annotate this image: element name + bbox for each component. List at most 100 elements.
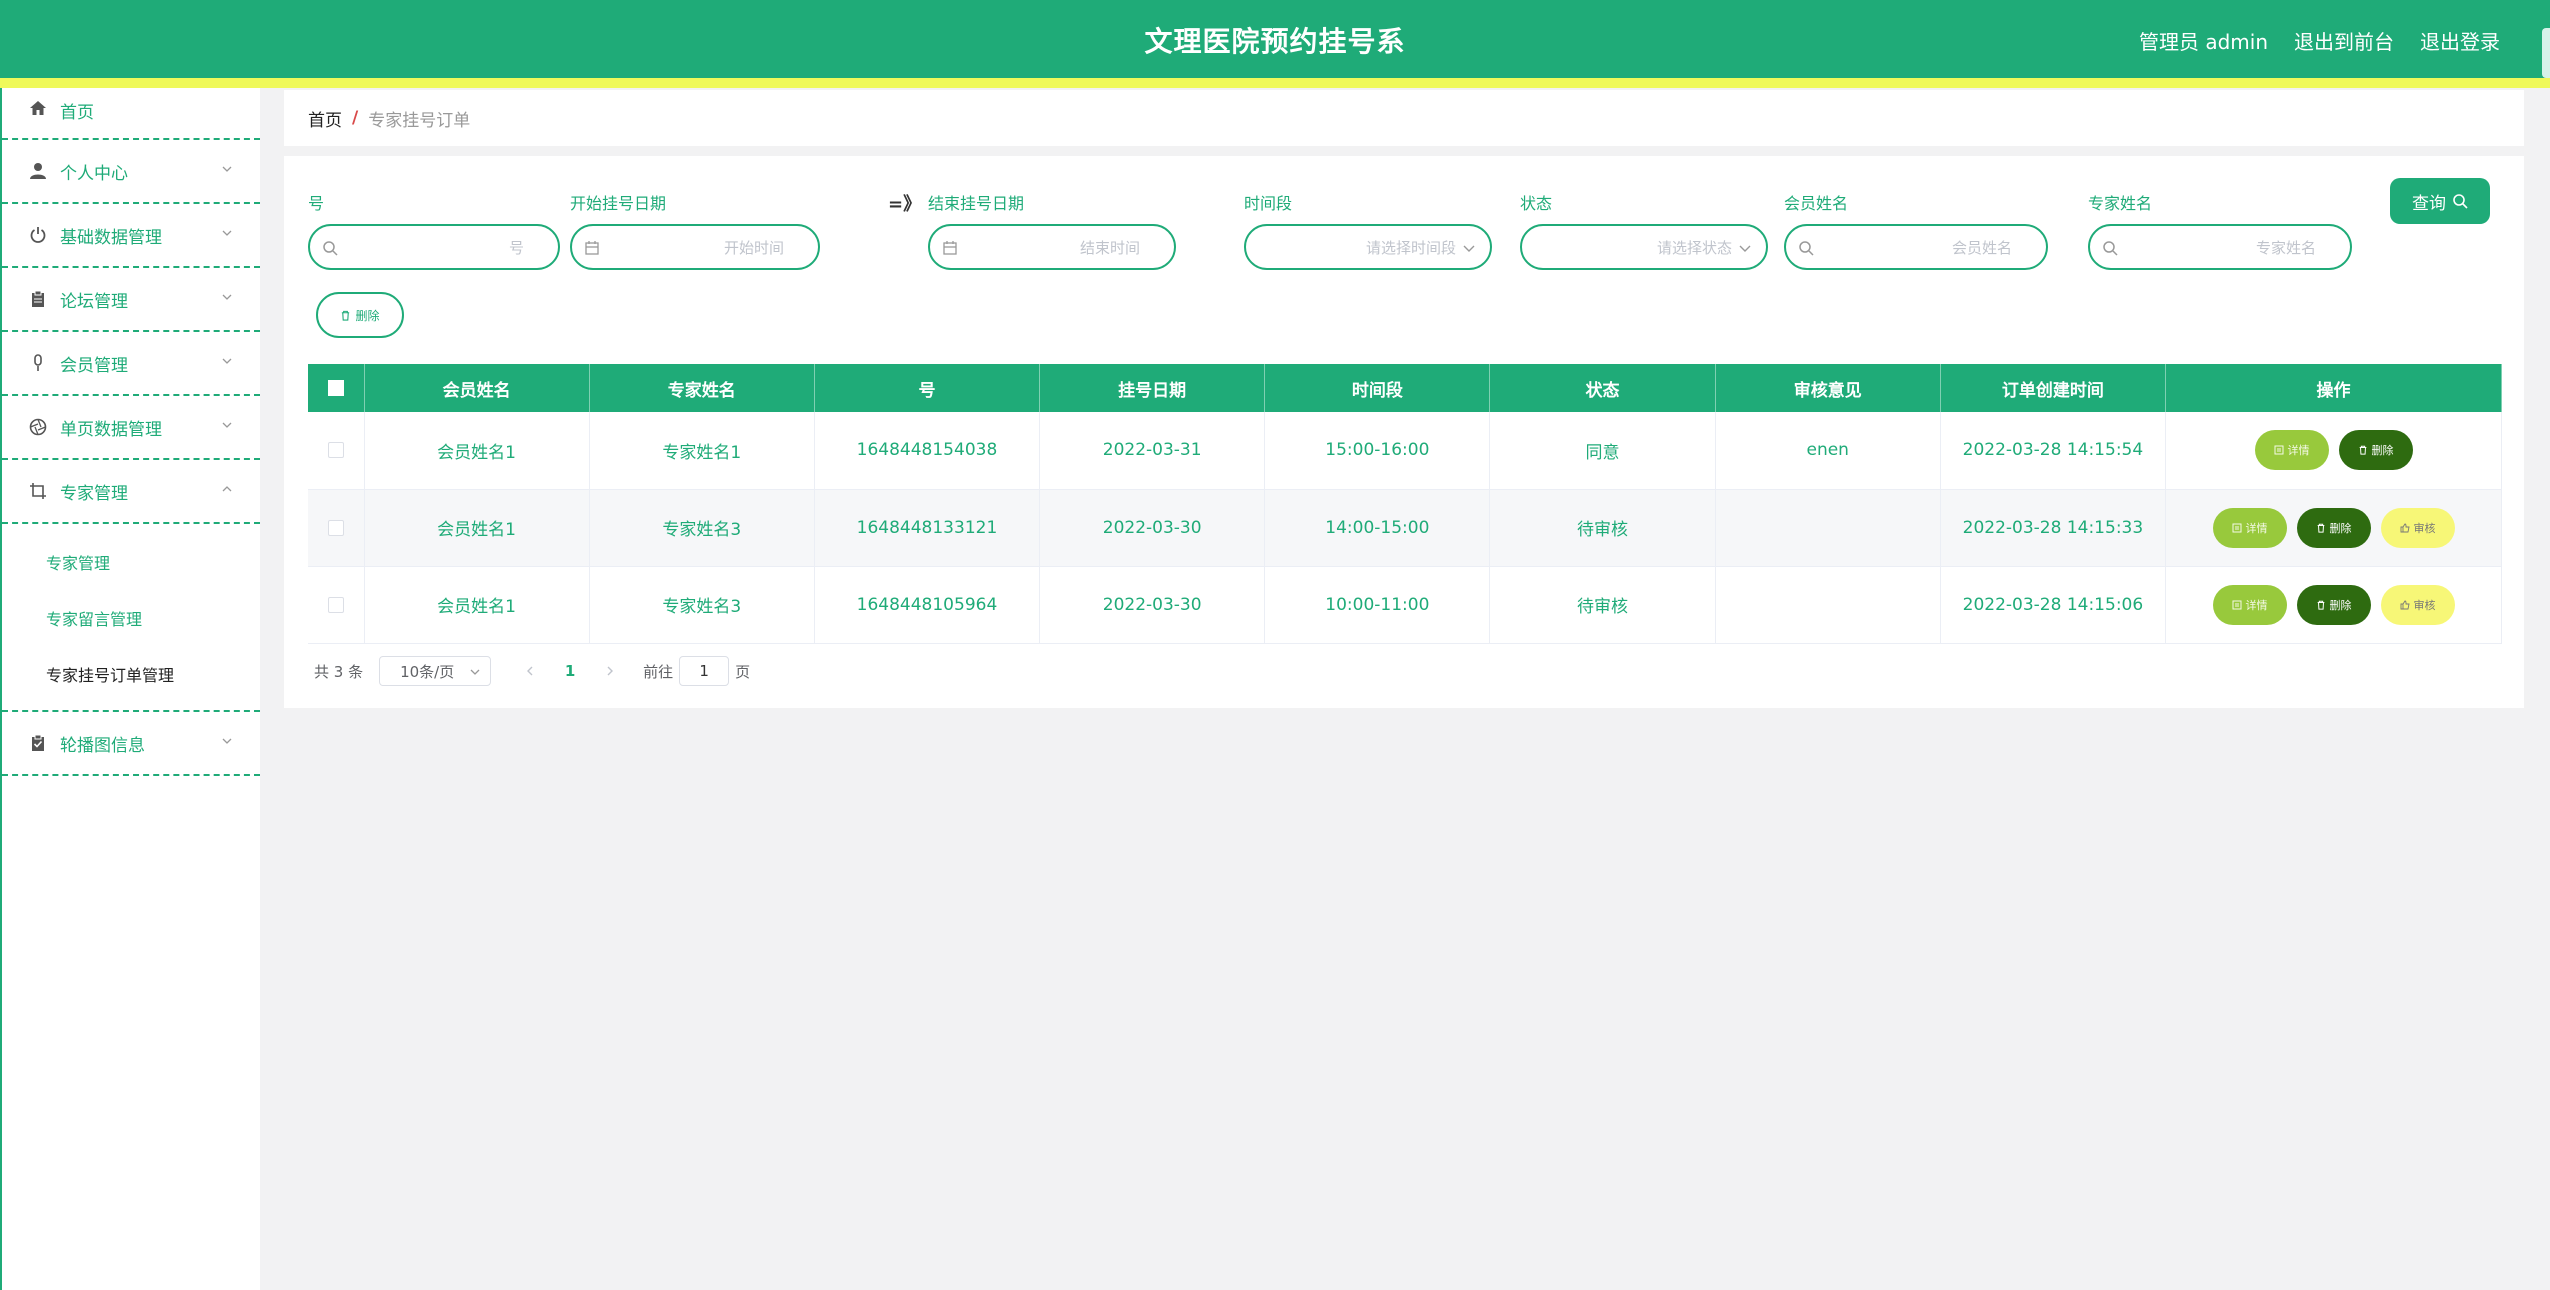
trash-icon xyxy=(2317,600,2324,610)
sidebar-item-label: 专家管理 xyxy=(60,483,128,504)
row-select-cell[interactable] xyxy=(308,566,365,644)
cell-time-slot: 14:00-15:00 xyxy=(1264,489,1491,567)
audit-button-label: 审核 xyxy=(2413,598,2436,612)
goto-page-input[interactable]: 1 xyxy=(679,656,730,686)
sidebar-item-members[interactable]: 会员管理 xyxy=(2,332,260,396)
detail-button[interactable]: 详情 xyxy=(2254,430,2329,471)
row-checkbox[interactable] xyxy=(327,596,344,613)
status-select[interactable]: 请选择状态 xyxy=(1520,224,1768,270)
end-date-label: 结束挂号日期 xyxy=(928,194,1025,213)
cell-actions: 详情 删除 审核 xyxy=(2165,489,2502,567)
member-name-input[interactable]: 会员姓名 xyxy=(1784,224,2048,270)
chevron-down-icon xyxy=(222,166,232,172)
header-accent-strip xyxy=(0,78,2550,88)
chevron-down-icon xyxy=(222,422,232,428)
start-date-picker[interactable]: 开始时间 xyxy=(570,224,820,270)
select-all-checkbox[interactable] xyxy=(327,380,344,396)
row-select-cell[interactable] xyxy=(308,489,365,567)
crop-icon xyxy=(28,481,48,501)
query-button[interactable]: 查询 xyxy=(2390,178,2490,224)
top-header: 文理医院预约挂号系 管理员 admin 退出到前台 退出登录 xyxy=(0,0,2550,78)
admin-user-label: 管理员 admin xyxy=(2138,30,2268,54)
back-to-frontend-link[interactable]: 退出到前台 xyxy=(2294,26,2394,55)
cell-member-name: 会员姓名1 xyxy=(364,489,590,567)
cell-time-slot: 15:00-16:00 xyxy=(1264,412,1491,490)
start-date-placeholder: 开始时间 xyxy=(723,238,784,257)
column-header: 状态 xyxy=(1489,364,1716,412)
batch-delete-button[interactable]: 删除 xyxy=(316,292,404,338)
sidebar-item-forum[interactable]: 论坛管理 xyxy=(2,268,260,332)
breadcrumb: 首页 / 专家挂号订单 xyxy=(284,90,2524,146)
goto-label: 前往 xyxy=(643,662,674,681)
expert-name-input[interactable]: 专家姓名 xyxy=(2088,224,2352,270)
cell-opinion: enen xyxy=(1715,412,1941,490)
cell-status: 待审核 xyxy=(1489,489,1716,567)
chevron-down-icon xyxy=(1739,245,1751,252)
row-checkbox[interactable] xyxy=(327,442,344,459)
row-select-cell[interactable] xyxy=(308,412,365,490)
table-row: 会员姓名1 专家姓名1 1648448154038 2022-03-31 15:… xyxy=(308,412,2502,490)
chevron-down-icon xyxy=(1463,245,1475,252)
delete-button[interactable]: 删除 xyxy=(2296,507,2371,548)
breadcrumb-current: 专家挂号订单 xyxy=(368,110,471,131)
page-number[interactable]: 1 xyxy=(555,662,585,680)
batch-delete-label: 删除 xyxy=(355,308,380,323)
delete-button-label: 删除 xyxy=(2371,444,2394,458)
start-date-label: 开始挂号日期 xyxy=(570,194,667,213)
cell-expert-name: 专家姓名3 xyxy=(589,566,815,644)
cell-expert-name: 专家姓名3 xyxy=(589,489,815,567)
member-name-placeholder: 会员姓名 xyxy=(1951,238,2012,257)
header-links: 管理员 admin 退出到前台 退出登录 xyxy=(2139,26,2500,55)
table-header-row: 会员姓名 专家姓名 号 挂号日期 时间段 状态 审核意见 订单创建时间 操作 xyxy=(308,364,2502,412)
sidebar-item-label: 会员管理 xyxy=(60,355,128,376)
submenu-item-expert-messages[interactable]: 专家留言管理 xyxy=(2,590,260,646)
sidebar-item-label: 基础数据管理 xyxy=(60,227,162,248)
submenu-item-expert-orders[interactable]: 专家挂号订单管理 xyxy=(2,646,260,702)
cell-opinion xyxy=(1715,489,1941,567)
sidebar-item-label: 首页 xyxy=(60,103,94,123)
breadcrumb-home[interactable]: 首页 xyxy=(308,106,342,131)
calendar-icon xyxy=(585,241,599,255)
column-header: 操作 xyxy=(2165,364,2502,412)
chevron-down-icon xyxy=(222,230,232,236)
submenu-item-expert-management[interactable]: 专家管理 xyxy=(2,534,260,590)
page-size-select[interactable]: 10条/页 xyxy=(379,656,492,686)
page-suffix: 页 xyxy=(735,662,751,681)
row-checkbox[interactable] xyxy=(327,519,344,536)
sidebar-item-carousel[interactable]: 轮播图信息 xyxy=(2,712,260,776)
sidebar-item-home[interactable]: 首页 xyxy=(2,88,260,140)
delete-button[interactable]: 删除 xyxy=(2338,430,2413,471)
search-icon xyxy=(2103,241,2118,256)
pagination: 共 3 条 10条/页 1 前往 1 页 xyxy=(314,656,750,686)
sidebar-item-personal-center[interactable]: 个人中心 xyxy=(2,140,260,204)
cell-opinion xyxy=(1715,566,1941,644)
cell-number: 1648448154038 xyxy=(814,412,1041,490)
cell-actions: 详情 删除 审核 xyxy=(2165,566,2502,644)
sidebar-item-experts[interactable]: 专家管理 xyxy=(2,460,260,524)
column-header: 号 xyxy=(814,364,1041,412)
logout-link[interactable]: 退出登录 xyxy=(2420,26,2500,55)
side-edge-tab[interactable] xyxy=(2542,28,2550,78)
next-page-button[interactable] xyxy=(595,662,625,680)
number-search-input[interactable]: 号 xyxy=(308,224,560,270)
calendar-icon xyxy=(943,241,957,255)
audit-button[interactable]: 审核 xyxy=(2380,507,2455,548)
end-date-picker[interactable]: 结束时间 xyxy=(928,224,1176,270)
cell-date: 2022-03-30 xyxy=(1039,489,1266,567)
detail-button[interactable]: 详情 xyxy=(2212,584,2287,625)
cell-status: 待审核 xyxy=(1489,566,1716,644)
sidebar-item-single-page-data[interactable]: 单页数据管理 xyxy=(2,396,260,460)
prev-page-button[interactable] xyxy=(515,662,545,680)
audit-button[interactable]: 审核 xyxy=(2380,584,2455,625)
page-size-value: 10条/页 xyxy=(400,662,455,681)
cell-number: 1648448105964 xyxy=(814,566,1041,644)
select-all-cell[interactable] xyxy=(308,364,365,412)
sidebar-item-label: 论坛管理 xyxy=(60,291,128,312)
clipboard-icon xyxy=(28,289,48,309)
sidebar-item-label: 个人中心 xyxy=(60,163,128,184)
sidebar-item-basic-data[interactable]: 基础数据管理 xyxy=(2,204,260,268)
time-slot-select[interactable]: 请选择时间段 xyxy=(1244,224,1492,270)
delete-button[interactable]: 删除 xyxy=(2296,584,2371,625)
detail-button[interactable]: 详情 xyxy=(2212,507,2287,548)
member-name-label: 会员姓名 xyxy=(1784,194,1849,213)
